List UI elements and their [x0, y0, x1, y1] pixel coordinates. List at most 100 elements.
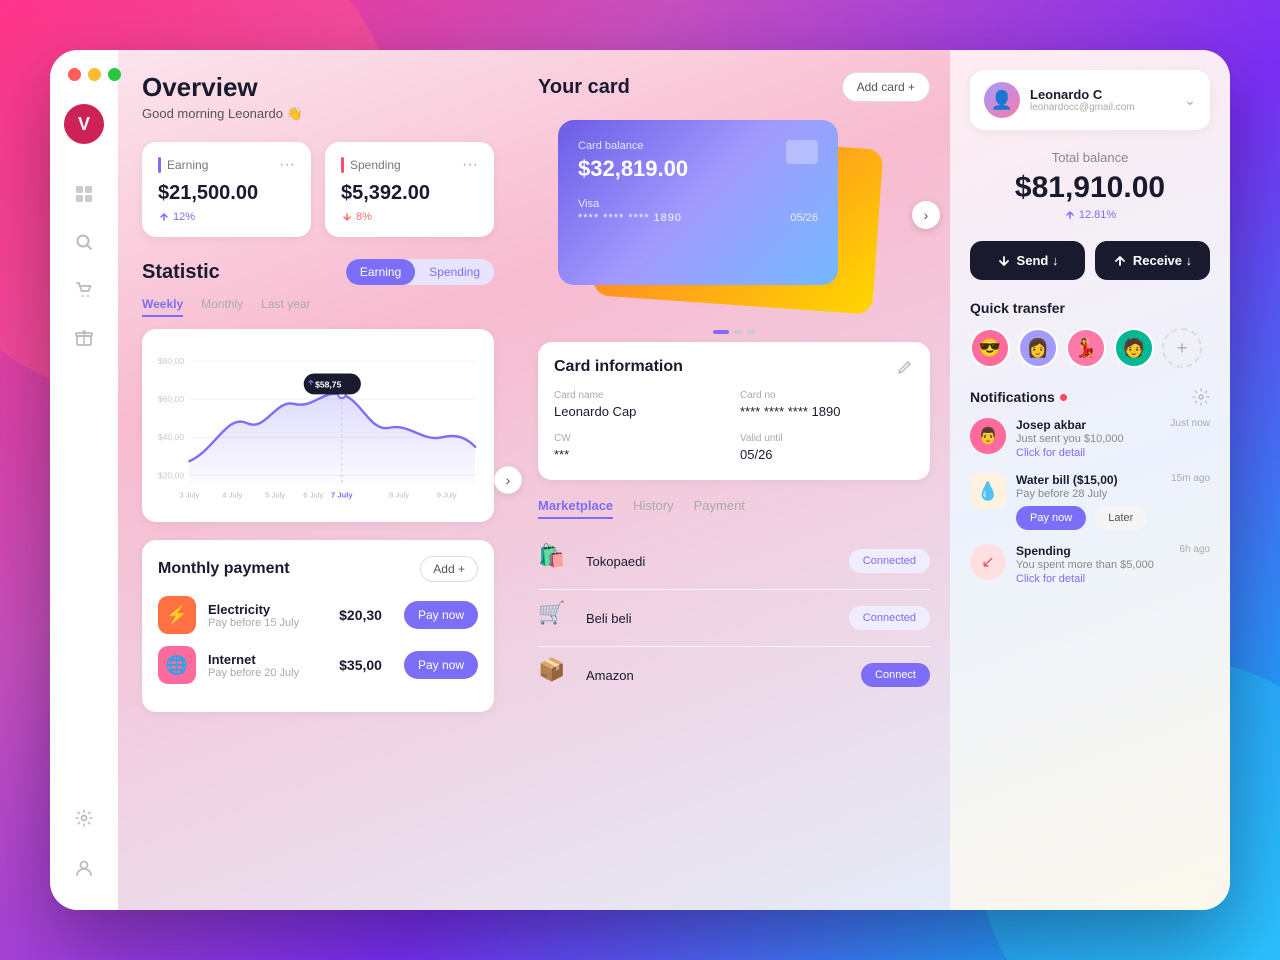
sidebar-icon-grid[interactable] [66, 176, 102, 212]
svg-text:$58,75: $58,75 [315, 380, 341, 390]
svg-text:8 July: 8 July [389, 490, 409, 499]
stat-tab-weekly[interactable]: Weekly [142, 297, 183, 317]
svg-text:6 July: 6 July [303, 490, 323, 499]
center-panel: Your card Add card + Card balance $32,81… [518, 50, 950, 910]
sidebar-icon-cart[interactable] [66, 272, 102, 308]
transfer-avatar-1[interactable]: 😎 [970, 328, 1010, 368]
sidebar-logo[interactable]: V [64, 104, 104, 144]
user-avatar: 👤 [984, 82, 1020, 118]
notif-item-2: 💧 Water bill ($15,00) Pay before 28 July… [970, 473, 1210, 530]
panel-expand-button[interactable]: › [494, 466, 522, 494]
later-button[interactable]: Later [1094, 506, 1147, 530]
pay-now-button[interactable]: Pay now [1016, 506, 1086, 530]
svg-text:7 July: 7 July [331, 490, 353, 499]
tokopaedi-icon: 🛍️ [538, 543, 574, 579]
tokopaedi-name: Tokopaedi [586, 554, 849, 569]
electricity-name: Electricity [208, 602, 327, 617]
notif-time-1: Just now [1171, 418, 1210, 459]
total-balance-value: $81,910.00 [970, 171, 1210, 205]
sidebar-icon-user[interactable] [66, 850, 102, 886]
notif-link-1[interactable]: Click for detail [1016, 447, 1161, 459]
maximize-button[interactable] [108, 68, 121, 81]
spending-menu[interactable]: ··· [462, 156, 478, 174]
card-name-item: Card name Leonardo Cap [554, 390, 728, 421]
card-dot-1 [713, 330, 729, 334]
svg-text:4 July: 4 July [222, 490, 242, 499]
spending-icon: ↙ [970, 544, 1006, 580]
close-button[interactable] [68, 68, 81, 81]
user-name: Leonardo C [1030, 87, 1184, 102]
notif-time-3: 6h ago [1179, 544, 1210, 585]
spending-label: Spending [350, 158, 401, 172]
tokopaedi-connect-button[interactable]: Connected [849, 549, 930, 573]
your-card-header: Your card Add card + [538, 72, 930, 102]
card-dot-2 [734, 330, 742, 334]
notif-item-1: 👨 Josep akbar Just sent you $10,000 Clic… [970, 418, 1210, 459]
card-balance-label: Card balance [578, 140, 818, 152]
summary-cards: Earning ··· $21,500.00 12% Spending [142, 142, 494, 237]
amazon-name: Amazon [586, 668, 861, 683]
quick-transfer-title: Quick transfer [970, 300, 1210, 316]
svg-text:5 July: 5 July [265, 490, 285, 499]
sidebar-bottom [66, 800, 102, 890]
edit-icon[interactable] [896, 358, 914, 376]
stat-tab-monthly[interactable]: Monthly [201, 297, 243, 317]
receive-button[interactable]: Receive ↓ [1095, 241, 1210, 280]
electricity-due: Pay before 15 July [208, 617, 327, 629]
internet-amount: $35,00 [339, 657, 382, 673]
sidebar-icon-gift[interactable] [66, 320, 102, 356]
card-dot-3 [747, 330, 755, 334]
pay-electricity-button[interactable]: Pay now [404, 601, 478, 629]
user-header[interactable]: 👤 Leonardo C leonardocc@gmail.com ⌄ [970, 70, 1210, 130]
quick-transfer: Quick transfer 😎 👩 💃 🧑 + [970, 300, 1210, 368]
sidebar: V [50, 50, 118, 910]
market-tab-payment[interactable]: Payment [694, 498, 745, 519]
card-dots [538, 330, 930, 334]
market-item-belibeli: 🛒 Beli beli Connected [538, 590, 930, 647]
user-info: Leonardo C leonardocc@gmail.com [1030, 87, 1184, 113]
pay-internet-button[interactable]: Pay now [404, 651, 478, 679]
send-button[interactable]: Send ↓ [970, 241, 1085, 280]
traffic-lights [68, 68, 121, 81]
transfer-avatar-3[interactable]: 💃 [1066, 328, 1106, 368]
marketplace-section: Marketplace History Payment 🛍️ Tokopaedi… [538, 498, 930, 703]
earning-change: 12% [158, 211, 295, 223]
sidebar-icon-search[interactable] [66, 224, 102, 260]
notif-link-3[interactable]: Click for detail [1016, 573, 1169, 585]
notif-settings-icon[interactable] [1192, 388, 1210, 406]
stat-title: Statistic [142, 261, 220, 284]
transfer-avatar-2[interactable]: 👩 [1018, 328, 1058, 368]
sidebar-icon-settings[interactable] [66, 800, 102, 836]
minimize-button[interactable] [88, 68, 101, 81]
amazon-connect-button[interactable]: Connect [861, 663, 930, 687]
market-tab-history[interactable]: History [633, 498, 673, 519]
left-panel: Overview Good morning Leonardo 👋 Earning… [118, 50, 518, 910]
add-payment-button[interactable]: Add + [420, 556, 478, 582]
card-stack: Card balance $32,819.00 Visa **** **** *… [538, 120, 930, 310]
add-card-button[interactable]: Add card + [842, 72, 930, 102]
payment-item-electricity: ⚡ Electricity Pay before 15 July $20,30 … [158, 596, 478, 634]
internet-name: Internet [208, 652, 327, 667]
market-tab-marketplace[interactable]: Marketplace [538, 498, 613, 519]
card-no-item: Card no **** **** **** 1890 [740, 390, 914, 421]
stat-toggle-spending[interactable]: Spending [415, 259, 494, 285]
card-balance-value: $32,819.00 [578, 156, 818, 182]
chart-container: $80,00 $60,00 $40,00 $20,00 [142, 329, 494, 522]
electricity-amount: $20,30 [339, 607, 382, 623]
add-transfer-button[interactable]: + [1162, 328, 1202, 368]
transfer-avatar-4[interactable]: 🧑 [1114, 328, 1154, 368]
user-email: leonardocc@gmail.com [1030, 102, 1184, 113]
total-balance-label: Total balance [970, 150, 1210, 165]
card-next-button[interactable]: › [912, 201, 940, 229]
amazon-icon: 📦 [538, 657, 574, 693]
earning-menu[interactable]: ··· [279, 156, 295, 174]
internet-icon: 🌐 [158, 646, 196, 684]
user-dropdown-icon[interactable]: ⌄ [1184, 92, 1196, 109]
card-cw-item: CW *** [554, 433, 728, 464]
card-info-section: Card information Card name Leonardo Cap … [538, 342, 930, 480]
stat-toggle-earning[interactable]: Earning [346, 259, 415, 285]
notif-avatar-1: 👨 [970, 418, 1006, 454]
belibeli-connect-button[interactable]: Connected [849, 606, 930, 630]
stat-tab-lastyear[interactable]: Last year [261, 297, 310, 317]
notif-actions-2: Pay now Later [1016, 506, 1161, 530]
